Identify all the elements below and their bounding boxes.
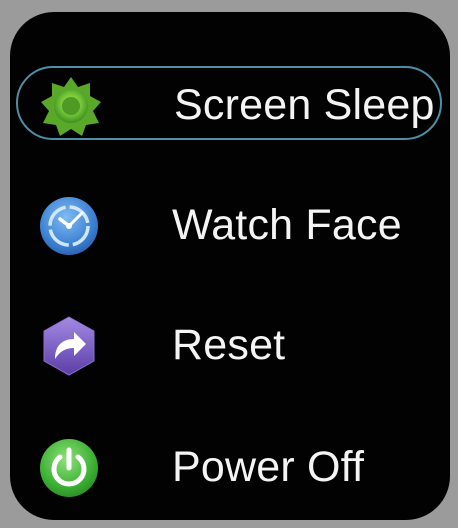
reset-arrow-icon [38,315,100,377]
menu-item-label: Watch Face [172,201,402,249]
watch-screen: Screen Sleep Watch Face Reset Power Off [10,12,450,520]
device-frame: Screen Sleep Watch Face Reset Power Off [0,0,458,528]
menu-item-watch-face[interactable]: Watch Face [16,188,442,262]
menu-item-reset[interactable]: Reset [16,308,442,382]
clock-icon [38,195,100,257]
menu-item-label: Reset [172,321,286,369]
sun-icon [40,75,102,137]
power-icon [38,437,100,499]
menu-item-screen-sleep[interactable]: Screen Sleep [16,66,442,140]
menu-item-label: Power Off [172,443,365,491]
menu-item-label: Screen Sleep [174,81,435,129]
menu-item-power-off[interactable]: Power Off [16,430,442,504]
